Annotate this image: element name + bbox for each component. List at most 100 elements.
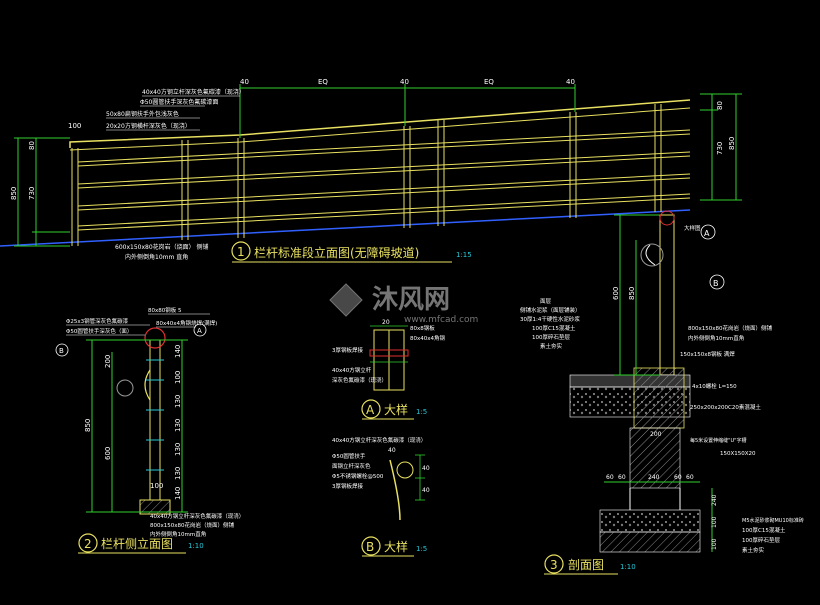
section-dim-v1: 850 [628, 287, 636, 300]
elevation-scale: 1:15 [456, 251, 472, 259]
detail-a-note-2: 20 [382, 319, 390, 326]
detail-b-dim-1: 40 [422, 487, 430, 494]
detail-b-scale: 1:5 [416, 545, 427, 553]
section-note-l5: 素土夯实 [540, 342, 563, 350]
section-note-r4: 250x200x200C20素混凝土 [690, 403, 761, 411]
side-post [149, 339, 161, 501]
side-title: 栏杆侧立面图 [101, 536, 173, 551]
dim-left-850: 850 [10, 187, 18, 200]
section-vert-dims [614, 214, 660, 376]
section-ref-a: A [704, 229, 710, 238]
elevation-left-dimension [14, 137, 70, 247]
section-dim-r2: 100 [711, 538, 718, 550]
dim-left-80: 80 [28, 141, 36, 150]
detail-b-note-0: 40x40方钢立杆深灰色氟碳漆（现浇） [332, 436, 426, 444]
section-note-r1: 内外侧倒角10mm直角 [688, 334, 744, 342]
side-dim-9: 140 [174, 487, 182, 500]
elevation-title: 栏杆标准段立面图(无障碍坡道) [254, 245, 419, 260]
section-dim-b3: 60 [674, 474, 682, 481]
dim-right-850: 850 [728, 137, 736, 150]
dim-top-0: 40 [240, 78, 249, 86]
elev-note-3: 20x20方钢横杆深灰色（现浇） [106, 122, 191, 130]
dim-left-730: 730 [28, 187, 36, 200]
elev-base-note: 600x150x80花岗岩（烧面） 侧铺 [115, 243, 209, 251]
detail-b-title: 大样 [384, 539, 408, 554]
section-note-r3: 4x10螺栓 L=150 [692, 382, 737, 390]
detail-a-note-0: 80x8钢板 [410, 324, 435, 332]
section-dim-b0: 60 [606, 474, 614, 481]
elev-note-1: Φ50圆管扶手深灰色氟碳漆面 [140, 98, 218, 106]
detail-b-dim-2: 40 [388, 447, 396, 454]
dim-top-1: EQ [318, 78, 328, 86]
side-ref-b: B [59, 347, 64, 355]
side-note-0: Φ25x3钢管深灰色氟碳漆 [66, 317, 129, 325]
detail-b: 40 40 40 40x40方钢立杆深灰色氟碳漆（现浇） Φ50圆管扶手 面钢立… [332, 436, 430, 557]
detail-a-note-5: 深灰色氟碳漆（现浇） [332, 376, 387, 384]
side-bars [146, 359, 164, 471]
drawing-canvas: 40 EQ 40 EQ 40 850 730 80 100 850 730 80 [0, 78, 804, 575]
section-view: 600 850 60 60 240 60 60 200 240 100 100 … [520, 210, 804, 575]
section-dim-b4: 60 [686, 474, 694, 481]
section-bracket [645, 244, 656, 266]
side-dim-4: 100 [174, 371, 182, 384]
side-dim-8: 130 [174, 467, 182, 480]
side-detail-circle [116, 379, 134, 397]
section-dim-b1: 60 [618, 474, 626, 481]
detail-a-note-4: 40x40方钢立杆 [332, 366, 372, 374]
detail-a-title: 大样 [384, 402, 408, 417]
section-post [659, 214, 675, 376]
detail-b-note-3: Φ5不锈钢螺栓@500 [332, 472, 384, 480]
section-note-r6: 150X150X20 [720, 451, 756, 457]
side-ref-a: A [197, 327, 202, 335]
side-dimension-lines [86, 339, 188, 513]
dim-left-100: 100 [68, 122, 81, 130]
detail-a-note-3: 3厚钢板焊接 [332, 346, 363, 354]
section-note-r5: 每5米设置伸缩缝"U"字槽 [690, 437, 746, 444]
section-note-r2: 150x150x8钢板 满焊 [680, 350, 735, 358]
side-bracket [144, 369, 151, 401]
section-dim-200: 200 [650, 431, 662, 438]
detail-b-bracket [389, 459, 401, 521]
side-dim-10: 100 [150, 482, 163, 490]
dim-top-3: EQ [484, 78, 494, 86]
title-number-3: 3 [550, 558, 558, 572]
section-note-l3: 100厚C15混凝土 [532, 324, 576, 332]
section-note-l1: 侧铺水泥浆（面层铺装） [520, 306, 581, 314]
detail-b-note-2: 面钢立杆深灰色 [332, 462, 371, 470]
elevation-top-dimension [239, 84, 576, 138]
elev-base-note2: 内外侧倒角10mm 直角 [125, 253, 188, 261]
section-handrail [659, 210, 675, 226]
detail-a-note-1: 80x40x4角钢 [410, 334, 446, 342]
dim-right-80: 80 [716, 101, 724, 110]
side-dim-0: 850 [84, 419, 92, 432]
detail-b-letter: B [366, 540, 374, 554]
dim-right-730: 730 [716, 142, 724, 155]
side-base-note-1: 800x150x80花岗岩（烧面）侧铺 [150, 521, 235, 529]
section-ref-b: B [713, 279, 719, 288]
railing-side-elevation: 850 600 200 140 100 130 130 130 130 140 … [55, 306, 244, 554]
detail-a-letter: A [366, 403, 375, 417]
section-dim-v0: 600 [612, 287, 620, 300]
watermark-logo-icon [329, 283, 363, 317]
section-base-note-0: M5水泥砂浆砌MU10标准砖 [742, 517, 804, 524]
section-note-l4: 100厚碎石垫层 [532, 333, 570, 341]
section-note-r0: 800x150x80花岗岩（烧面）侧铺 [688, 324, 773, 332]
cad-drawing: 40 EQ 40 EQ 40 850 730 80 100 850 730 80 [0, 0, 820, 605]
detail-b-handrail [396, 461, 414, 479]
side-dim-7: 130 [174, 443, 182, 456]
detail-b-dim-0: 40 [422, 465, 430, 472]
section-scale: 1:10 [620, 563, 636, 571]
railing-elevation: 40 EQ 40 EQ 40 850 730 80 100 850 730 80 [0, 78, 742, 263]
section-foundation [599, 509, 701, 533]
section-base-note-1: 100厚C15混凝土 [742, 526, 786, 534]
watermark: 沐风网 www.mfcad.com [329, 283, 478, 325]
side-scale: 1:10 [188, 542, 204, 550]
side-dim-2: 200 [104, 355, 112, 368]
title-number-2: 2 [84, 537, 92, 551]
detail-b-note-4: 3厚钢板焊接 [332, 482, 363, 490]
title-number-1: 1 [237, 245, 245, 259]
section-dim-r1: 100 [711, 516, 718, 528]
side-note-2: 80x80钢板 5 [148, 306, 182, 314]
watermark-url: www.mfcad.com [404, 315, 478, 325]
detail-a-scale: 1:5 [416, 408, 427, 416]
